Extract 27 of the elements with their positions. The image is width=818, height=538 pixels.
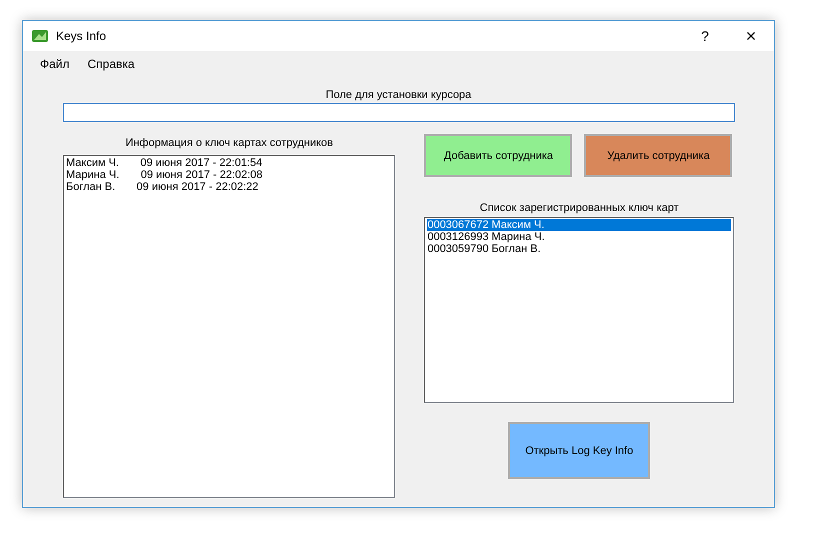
list-row[interactable]: 0003126993 Марина Ч. <box>427 231 731 243</box>
window-title: Keys Info <box>56 29 108 43</box>
list-item: Боглан В. 09 июня 2017 - 22:02:22 <box>66 181 260 193</box>
field-label: Поле для установки курсора <box>324 88 472 103</box>
help-button[interactable]: ? <box>682 21 728 51</box>
add-employee-button[interactable]: Добавить сотрудника <box>424 134 572 177</box>
info-list[interactable]: Максим Ч. 09 июня 2017 - 22:01:54 Марина Ч. 09 июня 2017 - 22:02:08 Боглан В. 09 июня 2017 - 22:02:22 <box>63 155 396 498</box>
card-number: 0003126993 <box>427 231 490 243</box>
menu-item[interactable]: Справка <box>78 56 144 70</box>
employee-name: Боглан В. <box>491 243 541 255</box>
list-label: Список зарегистрированных ключ карт <box>478 201 680 216</box>
menu-item[interactable]: Файл <box>31 56 79 70</box>
list-item: Марина Ч. 09 июня 2017 - 22:02:08 <box>66 169 264 181</box>
app-icon <box>32 29 48 43</box>
open-log-button[interactable]: Открыть Log Key Info <box>508 422 650 479</box>
cards-list[interactable]: 0003067672 Максим Ч. 0003126993 Марина Ч. 0003059790 Боглан В. <box>424 217 734 403</box>
list-label: Информация о ключ картах сотрудников <box>124 136 334 151</box>
list-row[interactable]: 0003067672 Максим Ч. <box>427 219 731 231</box>
card-number: 0003059790 <box>427 243 490 255</box>
employee-name: Марина Ч. <box>491 231 545 243</box>
list-row[interactable]: 0003059790 Боглан В. <box>427 243 731 255</box>
card-number: 0003067672 <box>427 219 490 231</box>
cursor-field[interactable] <box>63 103 735 122</box>
close-button[interactable]: × <box>728 21 774 51</box>
delete-employee-button[interactable]: Удалить сотрудника <box>584 134 732 177</box>
list-item: Максим Ч. 09 июня 2017 - 22:01:54 <box>66 157 264 169</box>
employee-name: Максим Ч. <box>491 219 544 231</box>
